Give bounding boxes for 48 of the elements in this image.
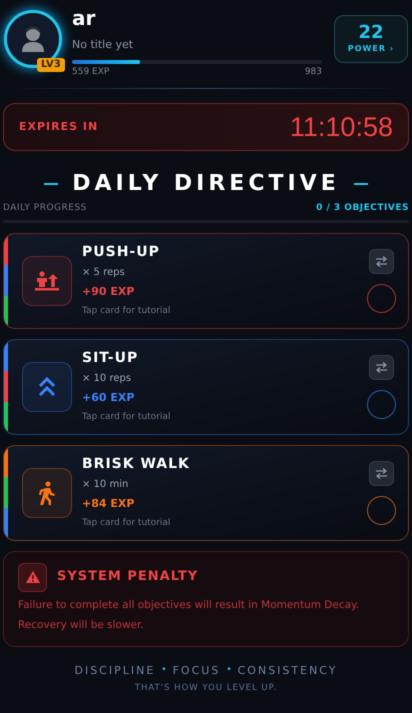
exercise-amount: × 5 reps xyxy=(82,266,126,280)
tutorial-hint: Tap card for tutorial xyxy=(82,516,172,530)
timer-label: EXPIRES IN xyxy=(19,118,98,135)
swap-icon xyxy=(375,256,388,266)
exp-reward: +90 EXP xyxy=(82,284,136,300)
exercise-amount: × 10 reps xyxy=(82,372,132,386)
motto-word: FOCUS xyxy=(172,662,220,678)
section-title: DAILY DIRECTIVE xyxy=(72,171,340,197)
progress-count: 0 / 3 OBJECTIVES xyxy=(316,202,409,215)
motto-word: CONSISTENCY xyxy=(238,662,338,678)
swap-button[interactable] xyxy=(369,354,394,380)
penalty-message: Failure to complete all objectives will result in Momentum Decay. Recovery will be slower. xyxy=(18,598,360,632)
exercise-name: SIT-UP xyxy=(82,349,140,367)
objective-card[interactable]: PUSH-UP × 5 reps +90 EXP Tap card for tutorial xyxy=(3,232,409,328)
objective-card[interactable]: BRISK WALK × 10 min +84 EXP Tap card for tutorial xyxy=(3,444,409,540)
user-name: ar xyxy=(72,6,96,30)
swap-icon xyxy=(375,362,388,372)
avatar xyxy=(4,10,62,68)
tutorial-hint: Tap card for tutorial xyxy=(82,410,170,424)
motto-word: DISCIPLINE xyxy=(74,662,156,678)
exp-reward: +60 EXP xyxy=(82,390,136,406)
completion-checkbox[interactable] xyxy=(367,284,396,312)
separator-dot: • xyxy=(161,664,167,677)
objective-card[interactable]: SIT-UP × 10 reps +60 EXP Tap card for tutorial xyxy=(3,338,409,434)
swap-button[interactable] xyxy=(369,248,394,274)
exercise-name: PUSH-UP xyxy=(82,243,161,261)
exp-value: 559 EXP xyxy=(72,66,110,78)
exp-reward: +84 EXP xyxy=(82,496,136,512)
exercise-name: BRISK WALK xyxy=(82,455,190,473)
timer-value: 11:10:58 xyxy=(290,110,393,144)
swap-icon xyxy=(375,468,388,478)
power-button[interactable]: 22 POWER › xyxy=(334,15,408,63)
completion-checkbox[interactable] xyxy=(367,496,396,524)
separator-dot: • xyxy=(226,664,232,677)
tutorial-hint: Tap card for tutorial xyxy=(82,304,170,318)
walking-person-icon xyxy=(37,480,57,504)
swap-button[interactable] xyxy=(369,460,394,486)
push-up-icon xyxy=(34,270,60,292)
level-badge: LV3 xyxy=(37,58,65,72)
double-chevron-up-icon xyxy=(37,376,57,398)
tagline: THAT'S HOW YOU LEVEL UP. xyxy=(134,682,278,695)
warning-icon xyxy=(18,562,47,592)
progress-label: DAILY PROGRESS xyxy=(3,202,87,215)
completion-checkbox[interactable] xyxy=(367,390,396,418)
user-title: No title yet xyxy=(72,37,134,53)
exercise-amount: × 10 min xyxy=(82,478,130,492)
penalty-title: SYSTEM PENALTY xyxy=(57,568,198,586)
exp-max: 983 xyxy=(304,66,322,78)
